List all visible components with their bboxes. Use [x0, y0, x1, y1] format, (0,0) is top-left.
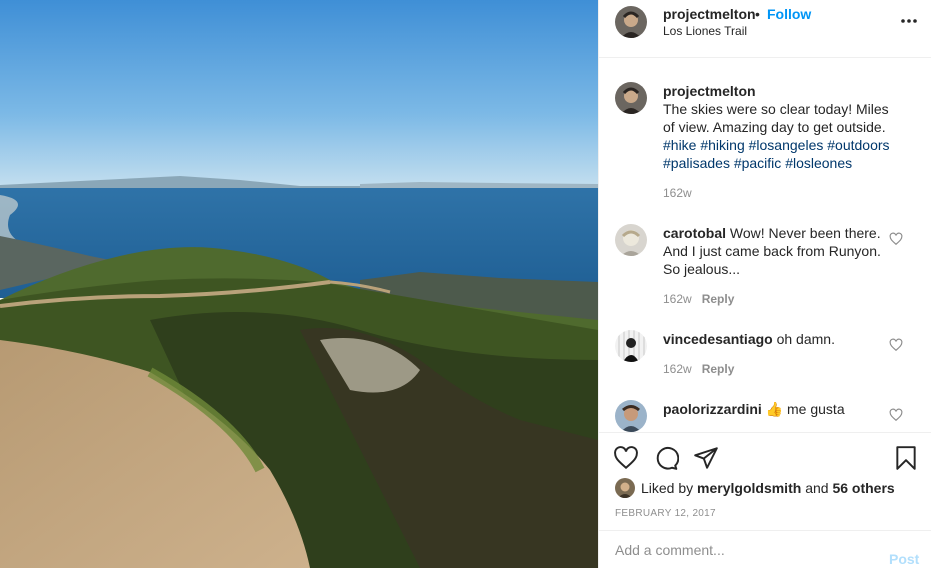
caption-text: projectmelton The skies were so clear to…: [663, 82, 903, 172]
reply-button[interactable]: Reply: [702, 292, 735, 306]
comment-meta: 162w Reply: [663, 362, 734, 376]
comment-body: oh damn.: [776, 331, 835, 347]
post-photo[interactable]: [0, 0, 598, 568]
reply-button[interactable]: Reply: [702, 362, 735, 376]
comment-username[interactable]: paolorizzardini: [663, 401, 762, 417]
comment: carotobal Wow! Never been there. And I j…: [599, 224, 931, 314]
comment-text: paolorizzardini 👍 me gusta: [663, 400, 903, 418]
hashtag[interactable]: #losleones: [785, 155, 852, 171]
post-sidebar: projectmelton • Follow Los Liones Trail …: [598, 0, 931, 568]
location-link[interactable]: Los Liones Trail: [663, 24, 747, 38]
heart-icon[interactable]: [889, 338, 903, 352]
comment: vincedesantiago oh damn. 162w Reply: [599, 330, 931, 390]
post-username[interactable]: projectmelton: [663, 6, 756, 22]
share-icon[interactable]: [693, 445, 719, 471]
hashtag[interactable]: #hiking: [700, 137, 744, 153]
likes-others-link[interactable]: 56 others: [832, 480, 894, 496]
liker-username[interactable]: merylgoldsmith: [697, 480, 801, 496]
follow-button[interactable]: Follow: [767, 6, 811, 22]
comment-body: me gusta: [787, 401, 845, 417]
post-header: projectmelton • Follow Los Liones Trail: [599, 0, 931, 58]
likes-summary: Liked by merylgoldsmith and 56 others: [615, 478, 925, 498]
thumbs-up-emoji: 👍: [765, 401, 784, 417]
caption: projectmelton The skies were so clear to…: [599, 82, 931, 202]
post-comment-button[interactable]: Post: [889, 551, 919, 567]
hashtag[interactable]: #outdoors: [827, 137, 889, 153]
liker-avatar[interactable]: [615, 478, 635, 498]
comment-text: vincedesantiago oh damn.: [663, 330, 903, 348]
hashtag[interactable]: #losangeles: [749, 137, 824, 153]
avatar[interactable]: [615, 6, 647, 38]
hashtag[interactable]: #palisades: [663, 155, 730, 171]
post-date[interactable]: FEBRUARY 12, 2017: [615, 508, 716, 519]
comment-username[interactable]: carotobal: [663, 225, 726, 241]
comment-meta: 162w Reply: [663, 292, 734, 306]
comments-list[interactable]: projectmelton The skies were so clear to…: [599, 58, 931, 432]
landscape-image: [0, 0, 598, 568]
likes-prefix: Liked by: [641, 480, 694, 496]
comment-username[interactable]: vincedesantiago: [663, 331, 773, 347]
bookmark-icon[interactable]: [893, 445, 919, 471]
add-comment-bar: Post: [599, 530, 931, 568]
comment-time[interactable]: 162w: [663, 292, 692, 306]
comment-text: carotobal Wow! Never been there. And I j…: [663, 224, 883, 278]
comment: paolorizzardini 👍 me gusta: [599, 400, 931, 432]
instagram-post: projectmelton • Follow Los Liones Trail …: [0, 0, 931, 568]
comment-icon[interactable]: [653, 445, 679, 471]
caption-time[interactable]: 162w: [663, 186, 692, 200]
caption-username[interactable]: projectmelton: [663, 83, 756, 99]
hashtag[interactable]: #pacific: [734, 155, 781, 171]
avatar[interactable]: [615, 224, 647, 256]
separator-dot: •: [755, 6, 760, 22]
avatar[interactable]: [615, 330, 647, 362]
avatar[interactable]: [615, 400, 647, 432]
comment-input[interactable]: [615, 539, 865, 561]
likes-text: Liked by merylgoldsmith and 56 others: [641, 480, 895, 496]
comment-time[interactable]: 162w: [663, 362, 692, 376]
heart-icon[interactable]: [613, 445, 639, 471]
avatar[interactable]: [615, 82, 647, 114]
ellipsis-icon[interactable]: [899, 14, 919, 28]
caption-body: The skies were so clear today! Miles of …: [663, 101, 889, 135]
heart-icon[interactable]: [889, 232, 903, 246]
action-bar: [599, 432, 931, 472]
hashtag[interactable]: #hike: [663, 137, 696, 153]
heart-icon[interactable]: [889, 408, 903, 422]
likes-conjunction: and: [805, 480, 829, 496]
